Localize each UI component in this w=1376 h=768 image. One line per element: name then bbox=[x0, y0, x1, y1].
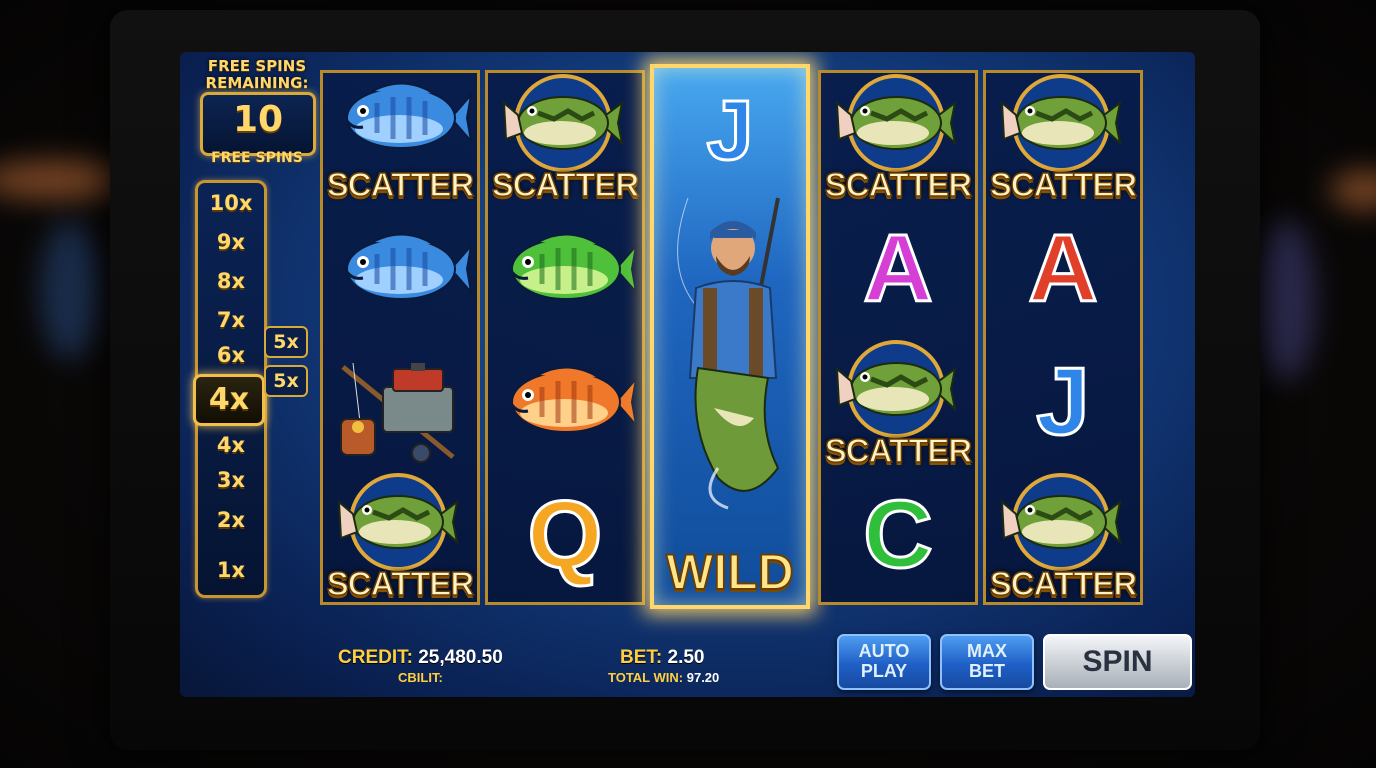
fisherman-icon bbox=[658, 188, 808, 522]
reel-cell: SCATTER bbox=[821, 339, 975, 472]
multiplier-step: 9x bbox=[216, 230, 246, 254]
credit-value: 25,480.50 bbox=[418, 647, 503, 668]
total-win-value: 97.20 bbox=[686, 670, 720, 685]
active-multiplier: 4x bbox=[193, 374, 265, 426]
free-spins-count: 10 bbox=[232, 99, 284, 140]
max-bet-label-1: MAX bbox=[967, 641, 1007, 661]
tackle-box-icon bbox=[333, 357, 473, 471]
reel-cell bbox=[323, 206, 477, 339]
total-win-display: TOTAL WIN: 97.20 bbox=[608, 670, 719, 685]
total-win-label: TOTAL WIN: bbox=[608, 670, 684, 685]
multiplier-step: 10x bbox=[209, 191, 253, 215]
spin-button[interactable]: SPIN bbox=[1043, 634, 1192, 690]
bet-display: BET: 2.50 bbox=[620, 647, 705, 669]
reel: SCATTER A SCATTER C bbox=[818, 70, 978, 605]
credit-sub-label: CBILIT: bbox=[398, 670, 443, 685]
scatter-label: SCATTER bbox=[989, 564, 1138, 603]
auto-play-label-1: AUTO bbox=[858, 641, 910, 661]
multiplier-step: 7x bbox=[216, 308, 246, 332]
multiplier-step: 8x bbox=[216, 269, 246, 293]
reel-cell: Q bbox=[488, 472, 642, 605]
game-screen: FREE SPINS REMAINING: 10 FREE SPINS 10x 9… bbox=[180, 52, 1195, 697]
orange-fish-icon bbox=[498, 357, 638, 451]
side-multiplier-badge: 5x bbox=[264, 326, 308, 358]
free-spins-title-line2: REMAINING: bbox=[205, 74, 309, 92]
wild-reel: J WILD bbox=[650, 64, 810, 609]
auto-play-label-2: PLAY bbox=[860, 661, 908, 681]
symbol-letter-q: Q bbox=[526, 480, 604, 590]
ambient-light bbox=[1255, 220, 1315, 380]
free-spins-counter: 10 bbox=[200, 92, 316, 156]
bass-fish-icon bbox=[831, 73, 961, 177]
reel-cell bbox=[488, 206, 642, 339]
reel-cell: A bbox=[986, 206, 1140, 339]
scatter-label: SCATTER bbox=[824, 431, 973, 470]
scatter-label: SCATTER bbox=[326, 165, 475, 204]
scatter-label: SCATTER bbox=[326, 564, 475, 603]
bass-fish-icon bbox=[498, 73, 628, 177]
symbol-letter-a: A bbox=[862, 214, 934, 324]
credit-label: CREDIT: bbox=[338, 647, 413, 668]
reel: SCATTER Q bbox=[485, 70, 645, 605]
blue-fish-icon bbox=[333, 73, 473, 167]
reel-cell: SCATTER bbox=[821, 73, 975, 206]
reel-cell: SCATTER bbox=[986, 73, 1140, 206]
reel-cell: SCATTER bbox=[488, 73, 642, 206]
auto-play-button[interactable]: AUTO PLAY bbox=[837, 634, 931, 690]
reel-cell: SCATTER bbox=[986, 472, 1140, 605]
ambient-light bbox=[1330, 170, 1376, 210]
reel-cell: C bbox=[821, 472, 975, 605]
green-fish-icon bbox=[498, 224, 638, 318]
scatter-label: SCATTER bbox=[824, 165, 973, 204]
spin-label: SPIN bbox=[1082, 645, 1153, 678]
multiplier-ladder: 10x 9x 8x 7x 6x 4x 4x 3x 2x 1x bbox=[193, 180, 267, 598]
symbol-letter-j: J bbox=[705, 82, 755, 179]
multiplier-step: 4x bbox=[216, 433, 246, 457]
bass-fish-icon bbox=[996, 472, 1126, 576]
bass-fish-icon bbox=[996, 73, 1126, 177]
side-multiplier-badge: 5x bbox=[264, 365, 308, 397]
free-spins-subtitle: FREE SPINS bbox=[211, 150, 303, 166]
reel-cell: J bbox=[986, 339, 1140, 472]
credit-display: CREDIT: 25,480.50 bbox=[338, 647, 503, 669]
bet-label: BET: bbox=[620, 647, 663, 668]
reel-cell: A bbox=[821, 206, 975, 339]
multiplier-step: 2x bbox=[216, 508, 246, 532]
reel-cell bbox=[488, 339, 642, 472]
reel-cell bbox=[323, 339, 477, 472]
reel: SCATTER SCATTER bbox=[320, 70, 480, 605]
wild-label: WILD bbox=[665, 543, 795, 601]
symbol-letter-j: J bbox=[1035, 347, 1091, 457]
blue-fish-icon bbox=[333, 224, 473, 318]
reel: SCATTER A J SCATTER bbox=[983, 70, 1143, 605]
multiplier-step: 3x bbox=[216, 468, 246, 492]
symbol-letter-c: C bbox=[862, 480, 934, 590]
bass-fish-icon bbox=[333, 472, 463, 576]
bet-value: 2.50 bbox=[667, 647, 705, 668]
scatter-label: SCATTER bbox=[989, 165, 1138, 204]
free-spins-title: FREE SPINS REMAINING: bbox=[202, 58, 312, 92]
symbol-letter-a: A bbox=[1027, 214, 1099, 324]
max-bet-button[interactable]: MAX BET bbox=[940, 634, 1034, 690]
scatter-label: SCATTER bbox=[491, 165, 640, 204]
multiplier-step: 6x bbox=[216, 343, 246, 367]
bass-fish-icon bbox=[831, 339, 961, 443]
reel-cell: SCATTER bbox=[323, 472, 477, 605]
max-bet-label-2: BET bbox=[969, 661, 1005, 681]
free-spins-title-line1: FREE SPINS bbox=[207, 57, 307, 75]
multiplier-step: 1x bbox=[216, 558, 246, 582]
ambient-light bbox=[40, 220, 100, 360]
reel-cell: SCATTER bbox=[323, 73, 477, 206]
